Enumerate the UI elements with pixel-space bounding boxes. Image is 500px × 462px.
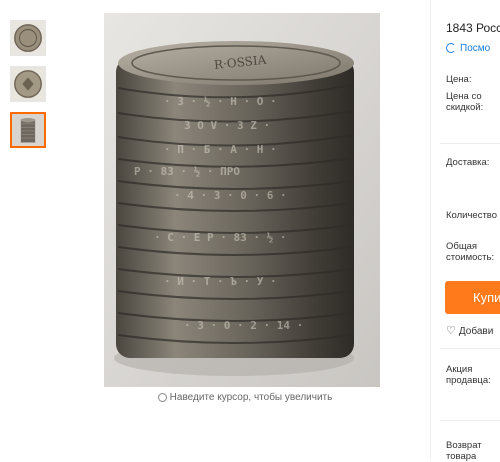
svg-text:3 O V · 3 Z ·: 3 O V · 3 Z · [184,119,270,132]
total-cost-label: Общая стоимость: [446,241,495,263]
thumbnail-coin-stack[interactable] [10,112,46,148]
add-to-wishlist-button[interactable]: ♡ Добави [446,324,493,337]
history-icon [446,43,456,54]
discount-price-label: Цена со скидкой: [446,91,484,113]
price-label: Цена: [446,74,472,85]
svg-text:· П · Б · А · Н ·: · П · Б · А · Н · [164,143,277,156]
wishlist-label: Добави [458,326,494,337]
quantity-label: Количество [446,210,498,221]
delivery-label: Доставка: [446,157,490,168]
svg-text:· И · T · Ъ · У ·: · И · T · Ъ · У · [164,275,277,288]
thumbnail-coin-obverse[interactable] [10,20,46,56]
divider [440,420,500,421]
seller-promo-label: Акция продавца: [446,364,491,386]
svg-text:· 4 · 3 · 0 · 6 ·: · 4 · 3 · 0 · 6 · [174,189,287,202]
heart-icon: ♡ [446,325,456,337]
magnifier-icon [157,392,167,402]
recently-viewed-link[interactable]: Посмо [446,43,490,54]
svg-text:· 3 · ½ · H · O ·: · 3 · ½ · H · O · [164,95,277,108]
divider [440,348,500,349]
svg-text:· 3 · 0 · 2 · 14 ·: · 3 · 0 · 2 · 14 · [184,319,303,332]
svg-text:· C · E P · 83 · ½ ·: · C · E P · 83 · ½ · [154,231,286,244]
main-product-image[interactable]: · 3 · ½ · H · O · 3 O V · 3 Z · · П · Б … [104,13,380,387]
zoom-hint: Наведите курсор, чтобы увеличить [150,392,340,403]
recently-viewed-label: Посмо [460,43,491,54]
thumbnail-coin-reverse[interactable] [10,66,46,102]
svg-text:P · 83 · ½ · ПРО: P · 83 · ½ · ПРО [134,165,240,178]
product-title: 1843 Росс [446,21,500,35]
divider [440,143,500,144]
zoom-hint-text: Наведите курсор, чтобы увеличить [169,392,333,403]
divider [430,0,431,459]
buy-now-button[interactable]: Купи [445,281,500,314]
